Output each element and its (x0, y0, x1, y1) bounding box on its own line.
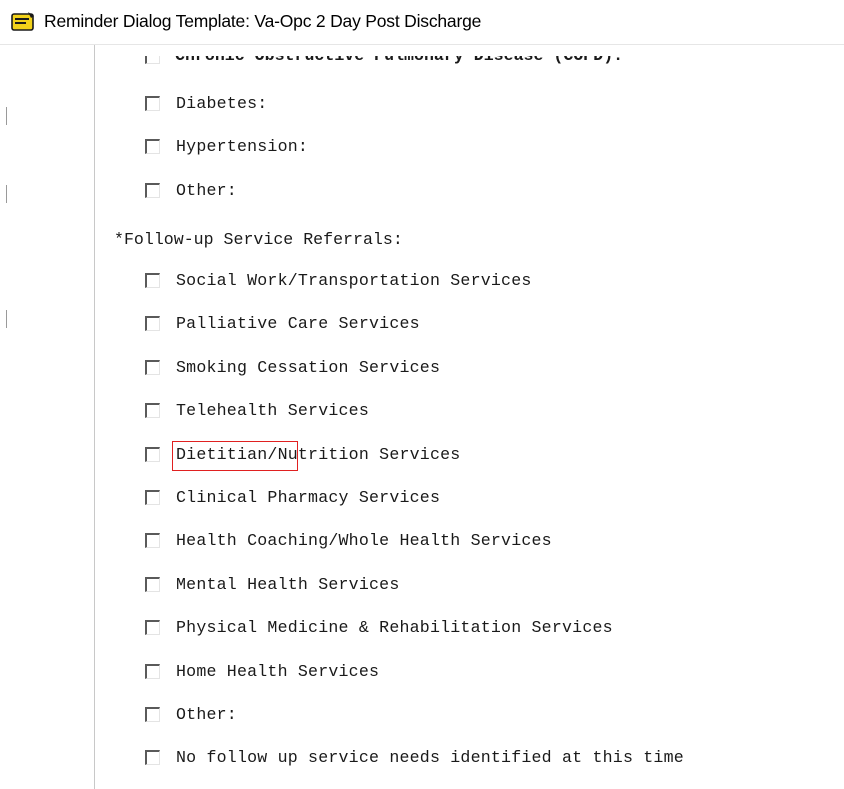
list-item[interactable]: Mental Health Services (0, 574, 844, 600)
checkbox-unchecked-icon[interactable] (145, 620, 160, 636)
checkbox-unchecked-icon[interactable] (145, 403, 160, 419)
checkbox-unchecked-icon[interactable] (145, 182, 160, 198)
reminder-dialog-window: Reminder Dialog Template: Va-Opc 2 Day P… (0, 0, 844, 789)
list-item[interactable]: Clinical Pharmacy Services (0, 487, 844, 513)
partial-item-label: Chronic Obstructive Pulmonary Disease (C… (175, 56, 623, 65)
checkbox-label[interactable]: Physical Medicine & Rehabilitation Servi… (176, 618, 613, 637)
checkbox-unchecked-icon[interactable] (145, 707, 160, 722)
checkbox-label[interactable]: Clinical Pharmacy Services (176, 488, 440, 507)
list-item[interactable]: Diabetes: (0, 93, 844, 119)
checkbox-unchecked-icon[interactable] (145, 56, 160, 64)
checkbox-label[interactable]: Social Work/Transportation Services (176, 271, 532, 290)
list-item[interactable]: No follow up service needs identified at… (0, 747, 844, 773)
reminder-dialog-icon (11, 12, 34, 31)
list-item[interactable]: Smoking Cessation Services (0, 357, 844, 383)
list-item[interactable]: Home Health Services (0, 661, 844, 687)
window-title: Reminder Dialog Template: Va-Opc 2 Day P… (44, 11, 482, 31)
title-bar: Reminder Dialog Template: Va-Opc 2 Day P… (0, 0, 844, 45)
checkbox-label[interactable]: Diabetes: (176, 94, 267, 113)
list-item[interactable]: Other: (0, 180, 844, 206)
checkbox-unchecked-icon[interactable] (145, 533, 160, 549)
checkbox-label[interactable]: Hypertension: (176, 137, 308, 156)
list-item[interactable]: Dietitian/Nutrition Services (0, 444, 844, 470)
list-item[interactable]: Palliative Care Services (0, 313, 844, 339)
checkbox-unchecked-icon[interactable] (145, 96, 160, 111)
list-item[interactable]: Health Coaching/Whole Health Services (0, 530, 844, 556)
checkbox-label[interactable]: Smoking Cessation Services (176, 358, 440, 377)
checkbox-label[interactable]: Health Coaching/Whole Health Services (176, 531, 552, 550)
checkbox-unchecked-icon[interactable] (145, 359, 160, 375)
section-header-referrals: *Follow-up Service Referrals: (114, 230, 403, 249)
checkbox-unchecked-icon[interactable] (145, 663, 160, 679)
checkbox-unchecked-icon[interactable] (145, 273, 160, 288)
checkbox-unchecked-icon[interactable] (145, 576, 160, 592)
dialog-content[interactable]: Chronic Obstructive Pulmonary Disease (C… (0, 45, 844, 789)
checkbox-label[interactable]: Palliative Care Services (176, 314, 420, 333)
checkbox-label[interactable]: Home Health Services (176, 662, 379, 681)
checkbox-unchecked-icon[interactable] (145, 490, 160, 505)
list-item[interactable]: Physical Medicine & Rehabilitation Servi… (0, 617, 844, 643)
highlight-box (172, 441, 298, 471)
checkbox-label[interactable]: Other: (176, 705, 237, 724)
checkbox-label[interactable]: Mental Health Services (176, 575, 399, 594)
checkbox-label[interactable]: Other: (176, 181, 237, 200)
checkbox-unchecked-icon[interactable] (145, 446, 160, 462)
partial-item-copd[interactable]: Chronic Obstructive Pulmonary Disease (C… (145, 56, 765, 66)
list-item[interactable]: Social Work/Transportation Services (0, 270, 844, 296)
checkbox-label[interactable]: Telehealth Services (176, 401, 369, 420)
checkbox-label[interactable]: No follow up service needs identified at… (176, 748, 684, 767)
list-item[interactable]: Telehealth Services (0, 400, 844, 426)
list-item[interactable]: Other: (0, 704, 844, 730)
list-item[interactable]: Hypertension: (0, 136, 844, 162)
checkbox-unchecked-icon[interactable] (145, 139, 160, 155)
checkbox-unchecked-icon[interactable] (145, 750, 160, 766)
checkbox-unchecked-icon[interactable] (145, 316, 160, 332)
